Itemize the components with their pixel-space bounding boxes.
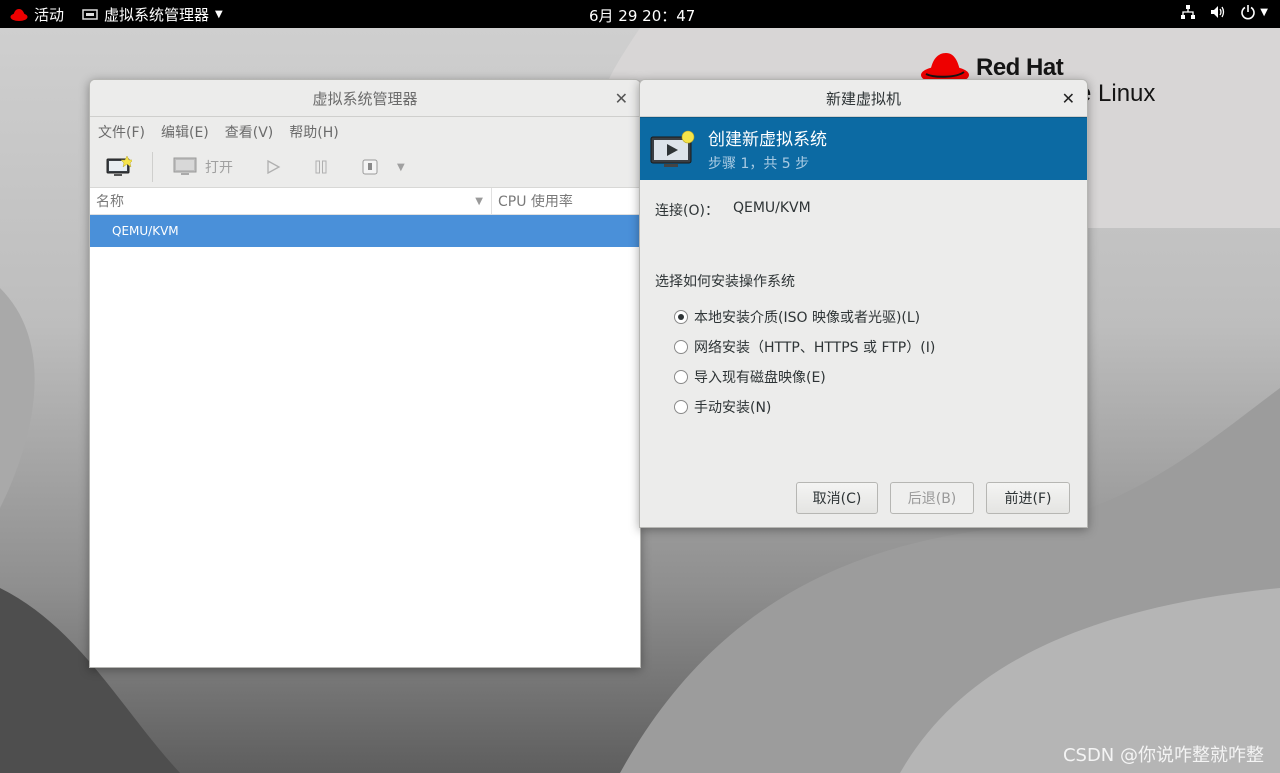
menu-bar: 文件(F) 编辑(E) 查看(V) 帮助(H): [90, 117, 640, 147]
shutdown-button[interactable]: [355, 152, 385, 182]
new-vm-dialog: 新建虚拟机 ✕ 创建新虚拟系统 步骤 1，共 5 步 连接(O)： QEMU/K…: [639, 79, 1088, 528]
open-button-label: 打开: [205, 160, 233, 176]
window-title: 虚拟系统管理器: [312, 89, 418, 108]
toolbar-separator: [152, 152, 153, 182]
virt-manager-icon: [82, 8, 98, 20]
app-menu-label: 虚拟系统管理器: [104, 6, 210, 24]
app-menu[interactable]: 虚拟系统管理器 ▼: [82, 4, 223, 25]
new-vm-icon: [650, 130, 695, 167]
system-tray[interactable]: ▼: [1180, 4, 1268, 20]
column-header-name[interactable]: 名称 ▼: [90, 188, 492, 214]
column-cpu-label: CPU 使用率: [498, 194, 573, 210]
connection-name: QEMU/KVM: [112, 224, 179, 238]
radio[interactable]: [674, 340, 688, 354]
option-manual-install-label: 手动安装(N): [694, 400, 772, 416]
install-options: 本地安装介质(ISO 映像或者光驱)(L) 网络安装（HTTP、HTTPS 或 …: [674, 302, 935, 422]
close-icon[interactable]: ✕: [1062, 89, 1075, 108]
dialog-banner: 创建新虚拟系统 步骤 1，共 5 步: [640, 117, 1087, 180]
option-network-install[interactable]: 网络安装（HTTP、HTTPS 或 FTP）(I): [674, 332, 935, 362]
option-network-install-label: 网络安装（HTTP、HTTPS 或 FTP）(I): [694, 340, 936, 356]
column-header-cpu[interactable]: CPU 使用率: [492, 188, 573, 214]
run-button[interactable]: [259, 152, 287, 182]
redhat-icon: [10, 8, 28, 21]
option-local-media[interactable]: 本地安装介质(ISO 映像或者光驱)(L): [674, 302, 935, 332]
radio[interactable]: [674, 400, 688, 414]
dialog-title: 新建虚拟机: [825, 89, 901, 108]
menu-file[interactable]: 文件(F): [98, 122, 145, 142]
menu-help[interactable]: 帮助(H): [289, 122, 338, 142]
cancel-button[interactable]: 取消(C): [796, 482, 878, 514]
vm-list-header: 名称 ▼ CPU 使用率: [90, 188, 640, 215]
open-button[interactable]: 打开: [167, 152, 239, 182]
activities-label: 活动: [34, 6, 65, 24]
install-prompt: 选择如何安装操作系统: [655, 274, 795, 290]
redhat-brand-name: Red Hat: [976, 54, 1064, 81]
virt-manager-window: 虚拟系统管理器 ✕ 文件(F) 编辑(E) 查看(V) 帮助(H) 打开 ▼ 名…: [89, 79, 641, 668]
top-bar: 活动 虚拟系统管理器 ▼ 6月 29 20：47 ▼: [0, 0, 1280, 28]
shutdown-menu-button[interactable]: ▼: [391, 152, 411, 182]
redhat-brand-sub: e Linux: [1078, 80, 1156, 107]
toolbar: 打开 ▼: [90, 147, 640, 188]
connection-row: 连接(O)： QEMU/KVM: [655, 200, 811, 220]
volume-icon: [1211, 6, 1225, 18]
chevron-down-icon: ▼: [1260, 6, 1268, 18]
pause-icon: [315, 160, 327, 174]
menu-view[interactable]: 查看(V): [225, 122, 274, 142]
pause-button[interactable]: [307, 152, 335, 182]
monitor-icon: [173, 157, 197, 175]
radio[interactable]: [674, 370, 688, 384]
connection-label: 连接(O)：: [655, 203, 719, 219]
menu-edit[interactable]: 编辑(E): [161, 122, 209, 142]
chevron-down-icon: ▼: [397, 161, 405, 173]
forward-button[interactable]: 前进(F): [986, 482, 1070, 514]
network-icon: [1181, 5, 1196, 19]
shutdown-icon: [362, 159, 378, 175]
banner-step: 步骤 1，共 5 步: [708, 156, 810, 172]
dialog-buttons: 取消(C) 后退(B) 前进(F): [796, 482, 1070, 514]
dialog-titlebar[interactable]: 新建虚拟机 ✕: [640, 80, 1087, 117]
window-titlebar[interactable]: 虚拟系统管理器 ✕: [90, 80, 640, 117]
column-name-label: 名称: [96, 194, 124, 210]
watermark: CSDN @你说咋整就咋整: [1062, 745, 1264, 766]
sort-down-icon: ▼: [475, 195, 483, 207]
radio-selected[interactable]: [674, 310, 688, 324]
new-vm-icon: [106, 156, 132, 176]
play-icon: [267, 159, 281, 175]
option-import-disk-label: 导入现有磁盘映像(E): [694, 370, 826, 386]
option-import-disk[interactable]: 导入现有磁盘映像(E): [674, 362, 935, 392]
activities-button[interactable]: 活动: [10, 4, 64, 25]
banner-title: 创建新虚拟系统: [708, 130, 827, 150]
vm-list-row[interactable]: QEMU/KVM: [90, 215, 640, 247]
option-local-media-label: 本地安装介质(ISO 映像或者光驱)(L): [694, 310, 921, 326]
back-button[interactable]: 后退(B): [890, 482, 974, 514]
new-vm-button[interactable]: [100, 152, 138, 182]
close-icon[interactable]: ✕: [615, 89, 628, 108]
connection-value: QEMU/KVM: [732, 200, 811, 216]
chevron-down-icon: ▼: [215, 9, 223, 20]
clock[interactable]: 6月 29 20：47: [589, 5, 695, 26]
power-icon: [1241, 5, 1256, 20]
option-manual-install[interactable]: 手动安装(N): [674, 392, 935, 422]
